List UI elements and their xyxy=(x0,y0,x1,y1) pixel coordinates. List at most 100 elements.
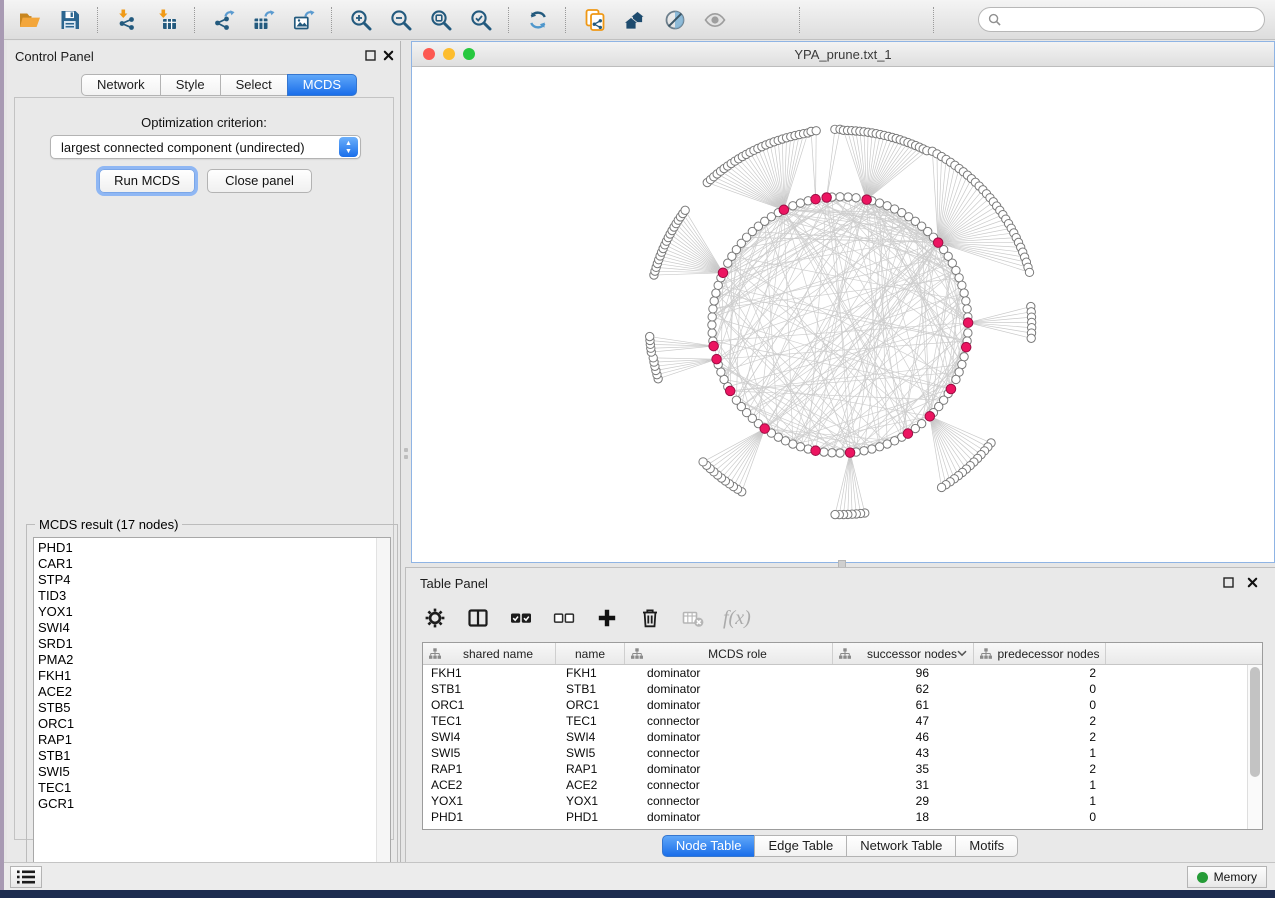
table-row[interactable]: PHD1PHD1dominator180 xyxy=(423,809,1247,825)
table-cell[interactable]: YOX1 xyxy=(423,793,556,809)
mcds-result-item[interactable]: PMA2 xyxy=(38,652,374,668)
mcds-result-item[interactable]: RAP1 xyxy=(38,732,374,748)
table-cell[interactable]: ACE2 xyxy=(423,777,556,793)
table-cell[interactable]: 1 xyxy=(974,793,1106,809)
table-cell[interactable]: SWI5 xyxy=(423,745,556,761)
tab-mcds[interactable]: MCDS xyxy=(287,74,357,96)
table-cell[interactable]: dominator xyxy=(625,809,833,825)
mcds-result-item[interactable]: FKH1 xyxy=(38,668,374,684)
table-cell[interactable]: SWI5 xyxy=(556,745,625,761)
table-cell[interactable]: PHD1 xyxy=(423,809,556,825)
select-all-button[interactable] xyxy=(508,605,534,631)
export-image-button[interactable] xyxy=(288,4,320,36)
column-header-predecessor-nodes[interactable]: predecessor nodes xyxy=(974,643,1106,664)
table-cell[interactable]: SWI4 xyxy=(556,729,625,745)
export-network-button[interactable] xyxy=(208,4,240,36)
table-cell[interactable]: 0 xyxy=(974,809,1106,825)
memory-button[interactable]: Memory xyxy=(1187,866,1267,888)
tab-select[interactable]: Select xyxy=(220,74,288,96)
import-table-button[interactable] xyxy=(151,4,183,36)
network-graph[interactable] xyxy=(412,68,1274,562)
table-scrollbar[interactable] xyxy=(1247,665,1262,829)
network-view-titlebar[interactable]: YPA_prune.txt_1 xyxy=(412,42,1274,67)
table-row[interactable]: ORC1ORC1dominator610 xyxy=(423,697,1247,713)
table-cell[interactable]: STB1 xyxy=(556,681,625,697)
mcds-result-item[interactable]: ORC1 xyxy=(38,716,374,732)
delete-row-button[interactable] xyxy=(637,605,663,631)
tab-style[interactable]: Style xyxy=(160,74,221,96)
network-canvas[interactable] xyxy=(412,68,1274,562)
table-cell[interactable]: dominator xyxy=(625,681,833,697)
table-cell[interactable]: 96 xyxy=(833,665,974,681)
table-cell[interactable]: 31 xyxy=(833,777,974,793)
table-cell[interactable]: 47 xyxy=(833,713,974,729)
tab-network-table[interactable]: Network Table xyxy=(846,835,956,857)
table-cell[interactable]: connector xyxy=(625,777,833,793)
table-row[interactable]: ACE2ACE2connector311 xyxy=(423,777,1247,793)
mcds-result-item[interactable]: STP4 xyxy=(38,572,374,588)
table-cell[interactable]: RAP1 xyxy=(423,761,556,777)
table-cell[interactable]: dominator xyxy=(625,665,833,681)
zoom-fit-button[interactable] xyxy=(425,4,457,36)
close-table-panel-button[interactable] xyxy=(1245,575,1259,589)
zoom-out-button[interactable] xyxy=(385,4,417,36)
hide-selected-button[interactable] xyxy=(659,4,691,36)
table-cell[interactable]: dominator xyxy=(625,697,833,713)
table-cell[interactable]: 2 xyxy=(974,729,1106,745)
mcds-result-item[interactable]: YOX1 xyxy=(38,604,374,620)
table-row[interactable]: FKH1FKH1dominator962 xyxy=(423,665,1247,681)
task-history-button[interactable] xyxy=(10,866,42,888)
table-row[interactable]: STB1STB1dominator620 xyxy=(423,681,1247,697)
delete-table-button[interactable] xyxy=(680,605,706,631)
mcds-result-item[interactable]: SRD1 xyxy=(38,636,374,652)
table-cell[interactable]: 46 xyxy=(833,729,974,745)
mcds-result-item[interactable]: SWI4 xyxy=(38,620,374,636)
column-header-MCDS-role[interactable]: MCDS role xyxy=(625,643,833,664)
float-table-panel-button[interactable] xyxy=(1221,575,1235,589)
add-row-button[interactable] xyxy=(594,605,620,631)
table-row[interactable]: YOX1YOX1connector291 xyxy=(423,793,1247,809)
table-cell[interactable]: 62 xyxy=(833,681,974,697)
column-header-shared-name[interactable]: shared name xyxy=(423,643,556,664)
table-cell[interactable]: 1 xyxy=(974,777,1106,793)
mcds-result-item[interactable]: SWI5 xyxy=(38,764,374,780)
equation-builder-button[interactable]: f(x) xyxy=(723,607,751,630)
show-columns-button[interactable] xyxy=(465,605,491,631)
mcds-result-item[interactable]: TEC1 xyxy=(38,780,374,796)
zoom-selected-button[interactable] xyxy=(465,4,497,36)
vertical-splitter-grip[interactable] xyxy=(403,442,409,464)
tab-motifs[interactable]: Motifs xyxy=(955,835,1018,857)
close-panel-button[interactable]: Close panel xyxy=(207,169,312,193)
table-row[interactable]: SWI4SWI4dominator462 xyxy=(423,729,1247,745)
import-network-button[interactable] xyxy=(111,4,143,36)
first-neighbors-button[interactable] xyxy=(619,4,651,36)
table-cell[interactable]: 1 xyxy=(974,745,1106,761)
show-all-button[interactable] xyxy=(699,4,731,36)
table-cell[interactable]: RAP1 xyxy=(556,761,625,777)
table-scrollbar-thumb[interactable] xyxy=(1250,667,1260,777)
table-cell[interactable]: ORC1 xyxy=(423,697,556,713)
close-panel-icon-button[interactable] xyxy=(381,48,395,62)
search-input[interactable] xyxy=(1007,12,1255,27)
new-network-from-selection-button[interactable] xyxy=(579,4,611,36)
unselect-all-button[interactable] xyxy=(551,605,577,631)
table-cell[interactable]: dominator xyxy=(625,729,833,745)
table-row[interactable]: SWI5SWI5connector431 xyxy=(423,745,1247,761)
table-cell[interactable]: 18 xyxy=(833,809,974,825)
table-cell[interactable]: 2 xyxy=(974,665,1106,681)
table-cell[interactable]: 2 xyxy=(974,713,1106,729)
run-mcds-button[interactable]: Run MCDS xyxy=(99,169,195,193)
table-cell[interactable]: 2 xyxy=(974,761,1106,777)
mcds-result-item[interactable]: GCR1 xyxy=(38,796,374,812)
table-cell[interactable]: 0 xyxy=(974,681,1106,697)
table-cell[interactable]: FKH1 xyxy=(423,665,556,681)
table-cell[interactable]: connector xyxy=(625,713,833,729)
table-cell[interactable]: YOX1 xyxy=(556,793,625,809)
export-table-button[interactable] xyxy=(248,4,280,36)
search-field[interactable] xyxy=(978,7,1265,32)
table-cell[interactable]: 29 xyxy=(833,793,974,809)
mcds-result-item[interactable]: PHD1 xyxy=(38,540,374,556)
table-cell[interactable]: TEC1 xyxy=(556,713,625,729)
table-row[interactable]: TEC1TEC1connector472 xyxy=(423,713,1247,729)
save-session-button[interactable] xyxy=(54,4,86,36)
